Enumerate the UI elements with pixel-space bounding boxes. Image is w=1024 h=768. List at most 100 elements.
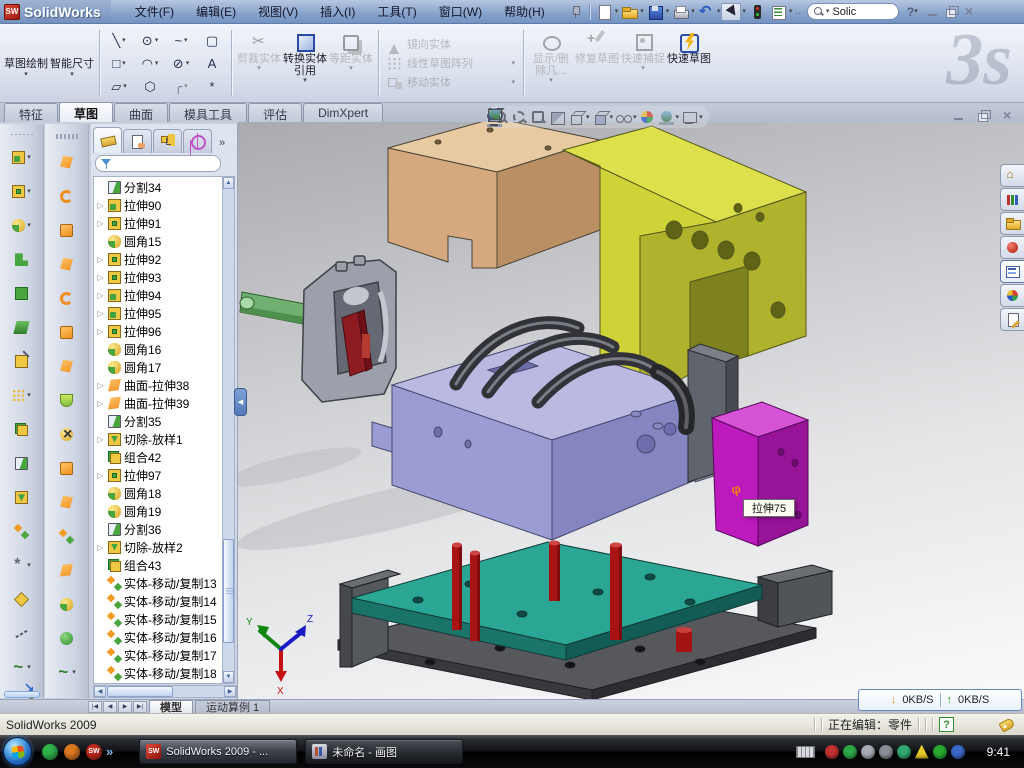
view-tool-zoom-to-area[interactable] xyxy=(511,109,528,126)
tool-button-reference-axis[interactable] xyxy=(15,617,28,651)
tab-nav-button[interactable]: ▶| xyxy=(133,701,147,713)
help-button[interactable]: ? xyxy=(907,5,914,19)
quick-launch-chevron[interactable]: » xyxy=(106,744,113,759)
tool-button-extruded-cut[interactable]: ▾ xyxy=(12,175,31,209)
options-caret[interactable]: ▾ xyxy=(789,8,793,15)
tool-button-combine-bodies[interactable] xyxy=(15,481,28,515)
view-tool-view-orientation[interactable]: ▾ xyxy=(568,109,590,126)
scroll-thumb[interactable] xyxy=(223,539,234,643)
tree-item[interactable]: 组合42 xyxy=(94,448,223,466)
document-tab[interactable]: 运动算例 1 xyxy=(195,700,270,713)
tab-surfaces[interactable]: 曲面 xyxy=(114,103,168,122)
view-tool-section-view[interactable] xyxy=(549,109,566,126)
tab-propertymanager[interactable] xyxy=(123,129,152,153)
tray-icon-protection[interactable] xyxy=(933,745,947,759)
menu-item[interactable]: 窗口(W) xyxy=(429,0,492,23)
tool-button-thicken[interactable] xyxy=(60,519,73,553)
tab-nav-button[interactable]: ◀ xyxy=(103,701,117,713)
tree-item[interactable]: 实体-移动/复制14 xyxy=(94,592,223,610)
quick-launch-solidworks[interactable]: SW xyxy=(86,744,102,760)
tab-nav-button[interactable]: |◀ xyxy=(88,701,102,713)
tool-button-extend-surface[interactable] xyxy=(60,451,73,485)
tool-button-mirror-feature[interactable] xyxy=(15,413,28,447)
tree-vertical-scrollbar[interactable]: ▲ ▼ xyxy=(222,176,235,684)
tree-item[interactable]: 圆角18 xyxy=(94,484,223,502)
minimize-button[interactable] xyxy=(924,4,942,19)
expand-arrow-icon[interactable] xyxy=(96,543,105,552)
tree-item[interactable]: 曲面-拉伸38 xyxy=(94,376,223,394)
save-caret[interactable]: ▾ xyxy=(666,8,670,15)
command-row-linear-sketch-pattern[interactable]: 线性草图阵列 ▾ xyxy=(387,55,515,72)
tree-item[interactable]: 圆角15 xyxy=(94,232,223,250)
close-button[interactable] xyxy=(960,4,978,19)
command-button-display-delete-relations[interactable]: 显示/删除几... ▾ xyxy=(528,28,574,98)
expand-arrow-icon[interactable] xyxy=(96,291,105,300)
tool-button-swept-surface[interactable] xyxy=(60,145,73,179)
keyboard-layout-icon[interactable] xyxy=(796,746,815,758)
tree-item[interactable]: 实体-移动/复制18 xyxy=(94,664,223,682)
tool-button-ruled-surface[interactable] xyxy=(60,179,73,213)
tool-button-knit-surface[interactable] xyxy=(60,383,73,417)
expand-arrow-icon[interactable] xyxy=(96,201,105,210)
tool-button-move-copy-bodies[interactable] xyxy=(15,515,28,549)
tree-item[interactable]: 实体-移动/复制16 xyxy=(94,628,223,646)
scroll-down-button[interactable]: ▼ xyxy=(223,671,234,683)
command-button-quick-snaps[interactable]: 快速捕捉 ▾ xyxy=(620,28,666,98)
command-button-convert-entities[interactable]: 转换实体引用 ▾ xyxy=(282,28,328,98)
tree-item[interactable]: 实体-移动/复制15 xyxy=(94,610,223,628)
tool-button-split[interactable] xyxy=(15,447,28,481)
help-caret[interactable]: ▾ xyxy=(914,8,918,15)
doc-close-button[interactable] xyxy=(998,108,1016,123)
tree-horizontal-scrollbar[interactable]: ◀ ▶ xyxy=(93,685,237,698)
command-button-sketch[interactable]: 草图绘制 ▾ xyxy=(3,28,49,98)
menu-item[interactable]: 插入(I) xyxy=(310,0,365,23)
scroll-up-button[interactable]: ▲ xyxy=(223,177,234,189)
menu-item[interactable]: 文件(F) xyxy=(125,0,184,23)
print-caret[interactable]: ▾ xyxy=(691,8,695,15)
view-tool-apply-scene[interactable]: ▾ xyxy=(658,109,680,126)
tree-item[interactable]: 拉伸93 xyxy=(94,268,223,286)
top-plate-tan[interactable] xyxy=(388,122,600,268)
block-magenta[interactable]: φ xyxy=(712,402,808,546)
tree-item[interactable]: 拉伸91 xyxy=(94,214,223,232)
sketch-entity-circle[interactable]: ⊙ ▾ xyxy=(135,29,165,51)
taskbar-clock[interactable]: 9:41 xyxy=(987,745,1010,759)
sketch-entity-spline[interactable]: ~ ▾ xyxy=(166,29,196,51)
graphics-viewport[interactable]: φ X Y Z 拉伸75 xyxy=(238,122,1024,699)
tree-item[interactable]: 分割34 xyxy=(94,178,223,196)
print-button[interactable] xyxy=(670,3,690,21)
task-button[interactable]: SW SolidWorks 2009 - ... xyxy=(139,739,297,764)
command-button-repair-sketch[interactable]: 修复草图 xyxy=(574,28,620,98)
quick-tips-button[interactable]: ? xyxy=(939,717,954,732)
task-button[interactable]: 未命名 - 画图 xyxy=(305,739,463,764)
start-button[interactable] xyxy=(3,737,32,766)
menu-item[interactable]: 工具(T) xyxy=(367,0,426,23)
tray-icon-antivirus[interactable] xyxy=(843,745,857,759)
view-tool-hide-show-items[interactable]: ▾ xyxy=(615,109,637,126)
tray-icon-security-alert[interactable] xyxy=(825,745,839,759)
tool-button-extruded-boss[interactable]: ▾ xyxy=(12,141,31,175)
taskpane-tab-custom-properties[interactable] xyxy=(1000,308,1024,331)
toolbar-overflow-indicator[interactable]: .. xyxy=(795,6,801,17)
tree-item[interactable]: 拉伸96 xyxy=(94,322,223,340)
open-caret[interactable]: ▾ xyxy=(640,8,644,15)
options-button[interactable] xyxy=(768,3,788,21)
sketch-entity-centerpoint-arc[interactable]: ◠ ▾ xyxy=(135,52,165,74)
quick-launch-media-player[interactable] xyxy=(64,744,80,760)
new-document-button[interactable] xyxy=(594,3,614,21)
doc-restore-button[interactable] xyxy=(974,108,992,123)
sketch-entity-ellipse[interactable]: ⊘ ▾ xyxy=(166,52,196,74)
tag-icon[interactable] xyxy=(998,717,1015,732)
taskpane-tab-solidworks-resources[interactable] xyxy=(1000,164,1024,187)
command-button-trim-entities[interactable]: 剪裁实体 ▾ xyxy=(236,28,282,98)
expand-arrow-icon[interactable] xyxy=(96,471,105,480)
tool-button-reference-geometry[interactable]: ▾ xyxy=(12,549,31,583)
expand-arrow-icon[interactable] xyxy=(96,327,105,336)
expand-arrow-icon[interactable] xyxy=(96,219,105,228)
tab-dimxpertmanager[interactable] xyxy=(183,129,212,153)
tab-evaluate[interactable]: 评估 xyxy=(248,103,302,122)
tree-item[interactable]: 拉伸95 xyxy=(94,304,223,322)
taskpane-tab-view-palette[interactable] xyxy=(1000,260,1024,283)
tab-configurationmanager[interactable] xyxy=(153,129,182,153)
sketch-entity-corner-rectangle[interactable]: □ ▾ xyxy=(104,52,134,74)
